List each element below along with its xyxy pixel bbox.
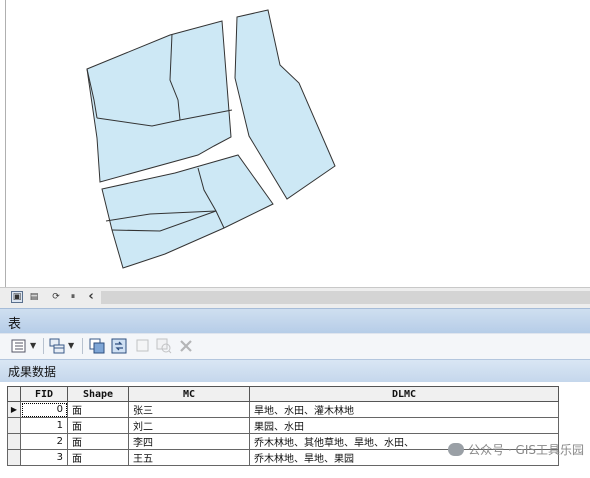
- table-row[interactable]: 1 面 刘二 果园、水田: [7, 417, 559, 434]
- zoom-to-selected-icon[interactable]: [156, 338, 172, 354]
- row-selector[interactable]: [7, 417, 21, 434]
- table-toolbar: ▼ ▼: [0, 333, 590, 360]
- cell-shape[interactable]: 面: [67, 401, 129, 418]
- horizontal-scrollbar[interactable]: [101, 291, 590, 304]
- cell-fid[interactable]: 0: [20, 401, 68, 418]
- attribute-grid: FID Shape MC DLMC ▶ 0 面 张三 旱地、水田、灌木林地 1 …: [0, 382, 590, 478]
- cell-mc[interactable]: 张三: [128, 401, 250, 418]
- cell-mc[interactable]: 李四: [128, 433, 250, 450]
- current-row-marker[interactable]: ▶: [7, 401, 21, 418]
- column-header-dlmc[interactable]: DLMC: [249, 386, 559, 402]
- watermark-text: 公众号 · GIS工具乐园: [468, 443, 584, 457]
- cell-fid[interactable]: 2: [20, 433, 68, 450]
- cell-dlmc[interactable]: 果园、水田: [249, 417, 559, 434]
- parcel-upper-left[interactable]: [86, 20, 232, 183]
- cell-shape[interactable]: 面: [67, 433, 129, 450]
- column-header-mc[interactable]: MC: [128, 386, 250, 402]
- row-selector[interactable]: [7, 449, 21, 466]
- related-tables-icon[interactable]: [49, 338, 65, 354]
- refresh-icon[interactable]: ⟳: [50, 291, 62, 303]
- cell-fid[interactable]: 3: [20, 449, 68, 466]
- map-canvas[interactable]: [0, 0, 590, 287]
- toolbar-separator: [82, 338, 83, 354]
- column-header-shape[interactable]: Shape: [67, 386, 129, 402]
- cell-mc[interactable]: 刘二: [128, 417, 250, 434]
- table-window-titlebar[interactable]: 表: [0, 308, 590, 333]
- wechat-logo-icon: [448, 443, 465, 456]
- row-selector[interactable]: [7, 433, 21, 450]
- delete-selected-icon[interactable]: [178, 338, 194, 354]
- data-view-icon[interactable]: ▣: [11, 291, 23, 303]
- table-row[interactable]: ▶ 0 面 张三 旱地、水田、灌木林地: [7, 401, 559, 418]
- pause-icon[interactable]: ⏸: [67, 291, 79, 303]
- toolbar-separator: [43, 338, 44, 354]
- dropdown-arrow-icon[interactable]: ▼: [30, 341, 36, 350]
- cell-dlmc[interactable]: 旱地、水田、灌木林地: [249, 401, 559, 418]
- table-options-icon[interactable]: [11, 338, 27, 354]
- scroll-left-icon[interactable]: ‹: [85, 290, 97, 303]
- map-view[interactable]: [0, 0, 590, 287]
- map-toolbar: ▣ ▤ ⟳ ⏸ ‹: [0, 287, 590, 308]
- table-layer-tab[interactable]: 成果数据: [0, 359, 590, 383]
- table-header-row: FID Shape MC DLMC: [7, 386, 559, 402]
- parcel-right[interactable]: [234, 9, 336, 200]
- dropdown-arrow-icon[interactable]: ▼: [68, 341, 74, 350]
- cell-fid[interactable]: 1: [20, 417, 68, 434]
- cell-shape[interactable]: 面: [67, 417, 129, 434]
- table-window-title: 表: [8, 317, 22, 332]
- layer-tab-label: 成果数据: [8, 365, 57, 379]
- clear-selection-icon[interactable]: [135, 338, 151, 354]
- select-by-attributes-icon[interactable]: [89, 338, 105, 354]
- cell-mc[interactable]: 王五: [128, 449, 250, 466]
- switch-selection-icon[interactable]: [111, 338, 127, 354]
- layout-view-icon[interactable]: ▤: [28, 291, 40, 303]
- column-header-fid[interactable]: FID: [20, 386, 68, 402]
- cell-shape[interactable]: 面: [67, 449, 129, 466]
- row-selector-header[interactable]: [7, 386, 21, 402]
- watermark: 公众号 · GIS工具乐园: [448, 441, 584, 458]
